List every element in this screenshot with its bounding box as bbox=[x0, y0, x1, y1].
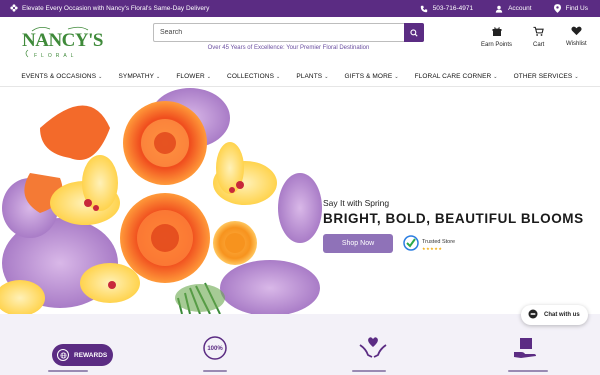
cart-link[interactable]: Cart bbox=[533, 26, 544, 48]
nav-label: PLANTS bbox=[296, 73, 323, 80]
location-pin-icon bbox=[553, 4, 561, 13]
phone-number: 503-716-4971 bbox=[432, 5, 474, 12]
flower-icon bbox=[10, 3, 18, 14]
shop-now-button[interactable]: Shop Now bbox=[323, 234, 393, 253]
feature-label-peek bbox=[508, 370, 548, 372]
account-label: Account bbox=[508, 5, 532, 12]
search-bar bbox=[153, 23, 424, 42]
chevron-down-icon: ⌄ bbox=[574, 73, 579, 80]
promo-banner: Elevate Every Occasion with Nancy's Flor… bbox=[10, 0, 209, 17]
site-header: NANCY'S FLORAL Over 45 Years of Excellen… bbox=[0, 17, 600, 67]
feature-label-peek bbox=[48, 370, 88, 372]
logo[interactable]: NANCY'S FLORAL bbox=[18, 23, 103, 63]
nav-label: FLOWER bbox=[176, 73, 205, 80]
tagline: Over 45 Years of Excellence: Your Premie… bbox=[207, 45, 370, 51]
chat-label: Chat with us bbox=[544, 312, 580, 318]
nav-label: GIFTS & MORE bbox=[344, 73, 393, 80]
find-us-link[interactable]: Find Us bbox=[553, 4, 588, 13]
chat-widget-button[interactable]: Chat with us bbox=[521, 305, 588, 325]
earn-points-label: Earn Points bbox=[481, 42, 513, 48]
heart-icon bbox=[571, 26, 582, 38]
phone-link[interactable]: 503-716-4971 bbox=[420, 5, 473, 13]
care-hands-icon bbox=[358, 335, 388, 366]
nav-item-flower[interactable]: FLOWER ⌄ bbox=[168, 73, 219, 80]
badge-percent: 100% bbox=[207, 346, 223, 352]
guarantee-badge-icon: 100% bbox=[202, 335, 228, 368]
rewards-label: REWARDS bbox=[74, 351, 108, 359]
wishlist-label: Wishlist bbox=[566, 41, 587, 47]
trusted-store-badge[interactable]: Trusted Store ★★★★★ bbox=[403, 235, 455, 256]
feature-label-peek bbox=[352, 370, 386, 372]
chevron-down-icon: ⌄ bbox=[394, 73, 399, 80]
nav-item-gifts-more[interactable]: GIFTS & MORE ⌄ bbox=[337, 73, 407, 80]
search-button[interactable] bbox=[404, 23, 424, 42]
main-nav: EVENTS & OCCASIONS ⌄ SYMPATHY ⌄ FLOWER ⌄ CO… bbox=[0, 67, 600, 87]
hero-subtitle: Say It with Spring bbox=[323, 198, 390, 208]
gift-points-icon bbox=[491, 26, 503, 39]
promo-text: Elevate Every Occasion with Nancy's Flor… bbox=[22, 5, 210, 12]
nav-label: FLORAL CARE CORNER bbox=[414, 73, 492, 80]
chevron-down-icon: ⌄ bbox=[98, 73, 103, 80]
nav-item-plants[interactable]: PLANTS ⌄ bbox=[288, 73, 336, 80]
earn-points-link[interactable]: Earn Points bbox=[481, 26, 512, 48]
search-input[interactable] bbox=[154, 24, 404, 41]
find-us-label: Find Us bbox=[565, 5, 588, 12]
trusted-store-label: Trusted Store bbox=[422, 239, 456, 246]
rewards-button[interactable]: REWARDS bbox=[52, 344, 113, 366]
hero-banner: Say It with Spring BRIGHT, BOLD, BEAUTIF… bbox=[0, 88, 600, 314]
user-icon bbox=[495, 5, 503, 13]
nav-item-collections[interactable]: COLLECTIONS ⌄ bbox=[219, 73, 288, 80]
nav-label: COLLECTIONS bbox=[227, 73, 275, 80]
nav-label: OTHER SERVICES bbox=[513, 73, 573, 80]
cart-icon bbox=[533, 26, 544, 39]
feature-label-peek bbox=[203, 370, 227, 372]
delivery-box-icon bbox=[512, 335, 538, 366]
nav-item-other-services[interactable]: OTHER SERVICES ⌄ bbox=[506, 73, 587, 80]
chevron-down-icon: ⌄ bbox=[493, 73, 498, 80]
search-icon bbox=[410, 24, 418, 42]
phone-icon bbox=[420, 5, 428, 13]
chevron-down-icon: ⌄ bbox=[324, 73, 329, 80]
trusted-store-stars: ★★★★★ bbox=[422, 245, 443, 251]
nav-item-floral-care-corner[interactable]: FLORAL CARE CORNER ⌄ bbox=[407, 73, 506, 80]
flower-bouquet-image bbox=[0, 88, 322, 314]
wishlist-link[interactable]: Wishlist bbox=[566, 26, 587, 47]
nav-label: SYMPATHY bbox=[118, 73, 155, 80]
chevron-down-icon: ⌄ bbox=[156, 73, 161, 80]
top-bar: Elevate Every Occasion with Nancy's Flor… bbox=[0, 0, 600, 17]
chat-icon bbox=[528, 309, 538, 321]
hero-title: BRIGHT, BOLD, BEAUTIFUL BLOOMS bbox=[323, 211, 584, 226]
checkmark-icon bbox=[403, 235, 419, 256]
cart-label: Cart bbox=[533, 42, 545, 48]
globe-icon bbox=[57, 349, 69, 361]
chevron-down-icon: ⌄ bbox=[276, 73, 281, 80]
logo-wordmark: NANCY'S bbox=[22, 30, 103, 51]
chevron-down-icon: ⌄ bbox=[206, 73, 212, 80]
nav-label: EVENTS & OCCASIONS bbox=[21, 73, 97, 80]
logo-subtext: FLORAL bbox=[34, 53, 78, 59]
account-link[interactable]: Account bbox=[495, 5, 532, 13]
nav-item-sympathy[interactable]: SYMPATHY ⌄ bbox=[110, 73, 168, 80]
nav-item-events-occasions[interactable]: EVENTS & OCCASIONS ⌄ bbox=[13, 73, 110, 80]
